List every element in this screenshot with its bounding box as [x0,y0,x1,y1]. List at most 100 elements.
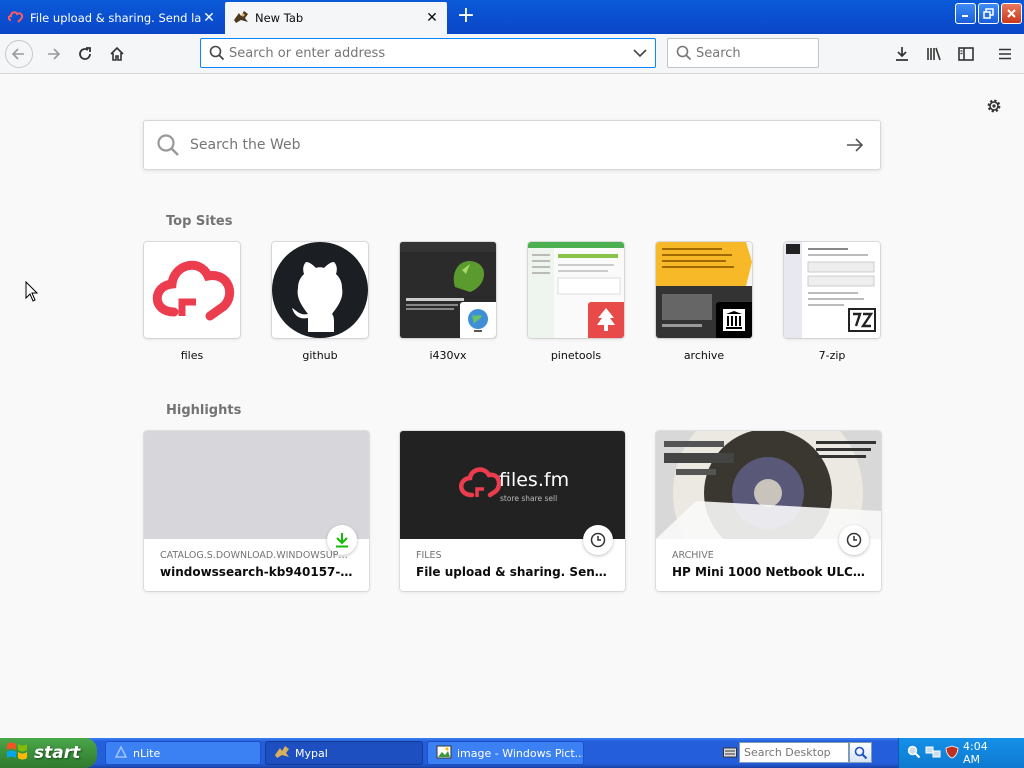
top-site-pinetools[interactable]: pinetools [528,242,624,362]
7zip-logo-icon [844,302,880,338]
top-site-github[interactable]: github [272,242,368,362]
url-input[interactable] [225,40,633,66]
forward-button[interactable] [39,40,67,68]
library-icon [927,47,941,61]
top-site-tile[interactable] [656,242,752,338]
new-tab-page: Top Sites files github [0,75,1024,738]
card-preview [144,431,369,539]
desktop-search-button[interactable] [849,742,872,763]
search-icon [156,133,180,157]
downloads-button[interactable] [888,40,916,68]
minimize-button[interactable] [955,3,976,24]
security-shield-icon[interactable] [945,745,959,762]
card-preview [656,431,881,539]
taskbar-item-picture-viewer[interactable]: image - Windows Pict... [427,741,584,765]
picture-viewer-icon [436,745,452,762]
taskbar-item-label: Mypal [295,746,328,760]
system-tray: 4:04 AM [898,738,1024,768]
mypal-icon [274,745,290,762]
tab-files[interactable]: File upload & sharing. Send large files … [0,2,224,34]
highlights-heading: Highlights [166,403,242,418]
search-input[interactable] [692,40,818,66]
new-tab-button[interactable]: + [455,4,477,30]
hamburger-icon [999,48,1011,60]
highlight-card[interactable]: ARCHIVE HP Mini 1000 Netbook ULCPC XP Re… [656,431,881,591]
arrow-right-icon[interactable] [846,137,864,153]
top-site-files[interactable]: files [144,242,240,362]
taskbar: start nLite Mypal image - Windows Pict..… [0,738,1024,768]
top-sites-heading: Top Sites [166,214,233,229]
card-host: CATALOG.S.DOWNLOAD.WINDOWSUPDATE.COM [160,550,355,561]
filesfm-logo-icon [152,260,234,321]
back-button[interactable] [5,40,33,68]
home-icon [110,46,124,61]
top-site-label: github [302,349,338,362]
sidebar-button[interactable] [952,40,980,68]
keyboard-icon[interactable] [723,746,737,761]
tab-title: File upload & sharing. Send large files [30,11,202,25]
windows-logo-icon [6,741,28,766]
reload-button[interactable] [71,40,99,68]
library-button[interactable] [920,40,948,68]
card-title: windowssearch-kb940157-xp-x86-enu.exe [160,565,355,579]
tab-strip: File upload & sharing. Send large files … [0,0,1024,34]
chevron-down-icon[interactable] [633,48,647,58]
network-icon[interactable] [925,745,941,762]
highlight-card[interactable]: files.fm store share sell FILES File upl… [400,431,625,591]
tab-close-icon[interactable]: ✕ [425,10,439,26]
pine-tree-icon [588,302,624,338]
top-site-tile[interactable] [528,242,624,338]
close-window-button[interactable] [1001,3,1022,24]
filesfm-favicon-icon [7,10,24,26]
recovery-disc-image-icon [656,431,881,539]
start-button[interactable]: start [0,738,97,768]
tab-title: New Tab [255,11,304,25]
top-site-tile[interactable] [144,242,240,338]
clock: 4:04 AM [963,740,988,766]
search-icon [209,45,225,61]
top-site-tile[interactable] [784,242,880,338]
reload-icon [79,47,91,60]
taskbar-item-nlite[interactable]: nLite [105,741,261,765]
archive-building-icon [716,302,752,338]
search-bar[interactable] [667,38,819,68]
github-logo-icon [272,242,368,338]
card-preview: files.fm store share sell [400,431,625,539]
top-site-tile[interactable] [400,242,496,338]
card-host: ARCHIVE [672,550,714,561]
search-icon [676,45,692,61]
web-search-box[interactable] [143,120,881,170]
top-site-i430vx[interactable]: i430vx [400,242,496,362]
download-icon [896,47,908,61]
top-site-7zip[interactable]: 7-zip [784,242,880,362]
highlight-card[interactable]: CATALOG.S.DOWNLOAD.WINDOWSUPDATE.COM win… [144,431,369,591]
desktop-search-input[interactable] [739,742,849,763]
nlite-icon [114,744,128,762]
navigation-toolbar [0,34,1024,74]
search-icon [854,746,867,759]
top-site-label: i430vx [429,349,467,362]
top-site-label: pinetools [550,349,602,362]
forward-arrow-icon [48,48,61,60]
url-bar[interactable] [200,38,656,68]
settings-button[interactable] [982,94,1006,118]
taskbar-item-mypal[interactable]: Mypal [265,741,423,765]
back-arrow-icon [11,48,24,60]
web-search-input[interactable] [180,137,846,153]
tab-new-tab[interactable]: New Tab ✕ [225,2,447,34]
mouse-cursor-icon [25,280,39,306]
card-title: File upload & sharing. Send large files [416,565,611,579]
tab-close-icon[interactable]: ✕ [202,10,216,26]
top-site-tile[interactable] [272,242,368,338]
home-button[interactable] [103,40,131,68]
card-title: HP Mini 1000 Netbook ULCPC XP Recovery [672,565,867,579]
search-icon[interactable] [907,745,921,762]
top-site-label: archive [683,349,725,362]
menu-button[interactable] [991,40,1019,68]
gear-icon [987,99,1001,113]
globe-icon [460,302,496,338]
card-host: FILES [416,550,442,561]
sidebar-icon [958,47,974,61]
restore-button[interactable] [978,3,999,24]
top-site-archive[interactable]: archive [656,242,752,362]
